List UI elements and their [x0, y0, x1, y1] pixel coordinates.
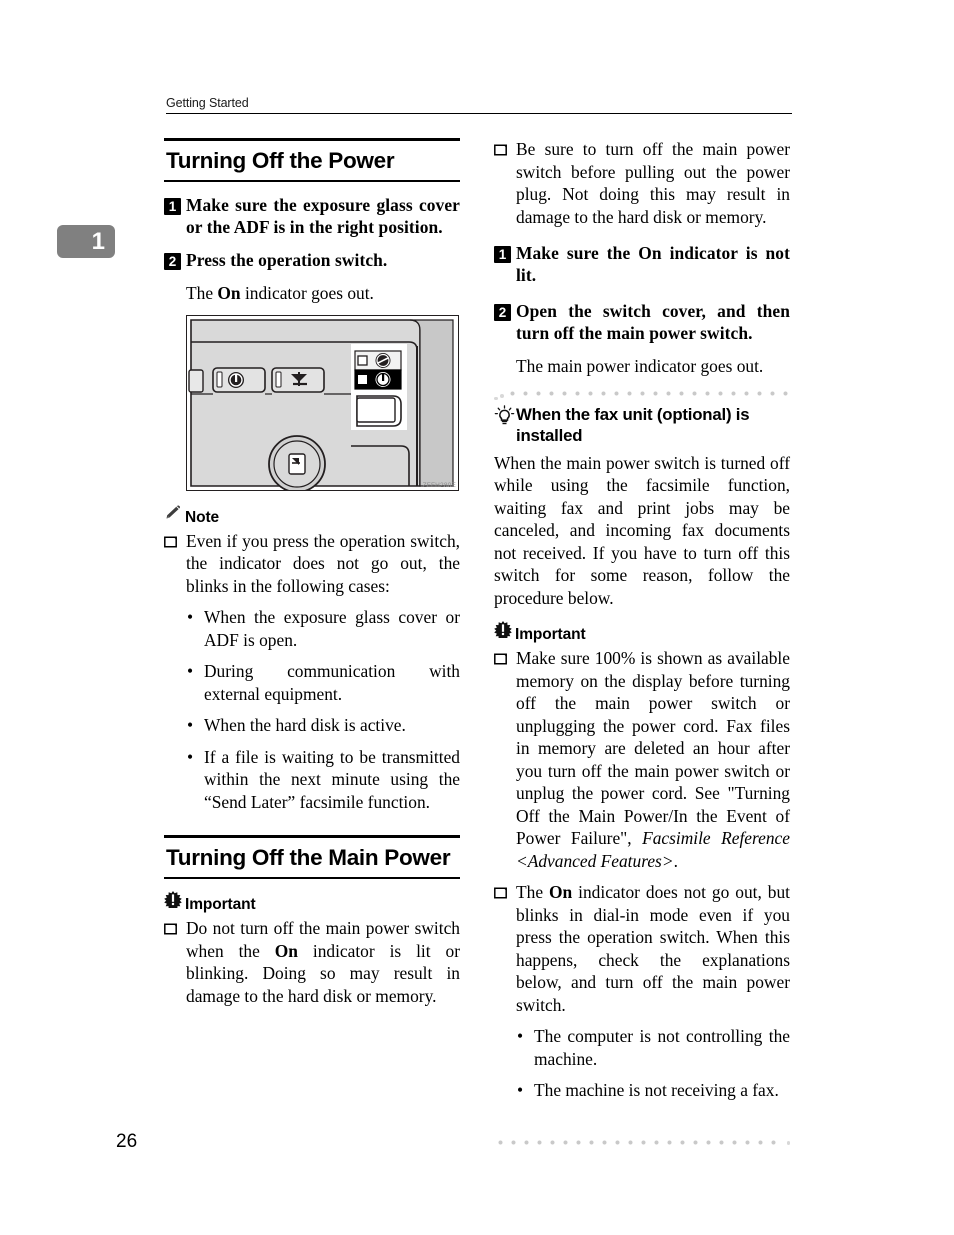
result-bold-term: On [217, 283, 241, 303]
checkbox-list-item: Do not turn off the main power switch wh… [164, 917, 460, 1007]
important-sub-bullet-list: • The computer is not controlling the ma… [516, 1025, 790, 1102]
checkbox-icon [164, 923, 177, 1007]
starburst-exclamation-icon [494, 621, 512, 643]
left-column: Turning Off the Power 1 Make sure the ex… [164, 138, 460, 1016]
step-result-text: The main power indicator goes out. [516, 356, 764, 376]
note-label: Note [185, 508, 220, 526]
heading-text: Turning Off the Main Power [166, 845, 451, 870]
chapter-tab: 1 [57, 225, 115, 258]
control-panel-illustration: ZFFH280E [186, 314, 459, 493]
right-column: Be sure to turn off the main power switc… [494, 138, 790, 1111]
separator-tail-dot [786, 1141, 790, 1145]
bullet-list-item: • During communication with external equ… [186, 660, 460, 705]
figure-id-label: ZFFH280E [422, 481, 456, 489]
important-heading: Important [164, 891, 460, 913]
separator-lead-dot [494, 396, 498, 400]
bullet-list-item: • When the hard disk is active. [186, 714, 460, 737]
step-text: Press the operation switch. [186, 250, 388, 270]
bullet-item-text: If a file is waiting to be transmitted w… [204, 746, 460, 812]
checkbox-list-item: Make sure 100% is shown as available mem… [494, 647, 790, 872]
running-header: Getting Started [166, 96, 792, 114]
chapter-number: 1 [91, 227, 105, 255]
bullet-list-item: • The machine is not receiving a fax. [516, 1079, 790, 1102]
heading-rule-bottom [164, 877, 460, 879]
document-page: Getting Started 1 Turning Off the Power … [0, 0, 954, 1235]
running-head-rule [166, 113, 792, 114]
checkbox-icon [494, 653, 507, 872]
checkbox-item-text: The On indicator does not go out, but bl… [516, 881, 790, 1016]
checkbox-icon [494, 144, 507, 228]
separator-lead-dot [500, 393, 504, 398]
step-result-text: The On indicator goes out. [186, 282, 460, 305]
bullet-item-text: The machine is not receiving a fax. [534, 1080, 779, 1100]
step-item: 1 Make sure the On indicator is not lit. [494, 242, 790, 286]
tip-heading: When the fax unit (optional) is installe… [494, 404, 790, 446]
step-text: Open the switch cover, and then turn off… [516, 301, 790, 343]
section-heading-turning-off-the-power: Turning Off the Power [164, 138, 460, 182]
checkbox-item-text: Even if you press the operation switch, … [186, 530, 460, 596]
lightbulb-icon [494, 404, 515, 431]
step-number-badge: 2 [164, 253, 181, 270]
bullet-dot-icon: • [186, 607, 194, 627]
important-text-part-b: . [673, 850, 678, 871]
page-number: 26 [116, 1131, 138, 1152]
result-suffix: indicator goes out. [240, 283, 374, 303]
heading-text: Turning Off the Power [166, 148, 395, 173]
checkbox-list-item: Even if you press the operation switch, … [164, 530, 460, 598]
step-item: 1 Make sure the exposure glass cover or … [164, 194, 460, 238]
note-heading: Note [164, 504, 460, 526]
step-item: 2 Press the operation switch. [164, 249, 460, 271]
dotted-separator-bottom [494, 1140, 790, 1146]
important-bold-term: On [274, 940, 298, 961]
checkbox-list-item: The On indicator does not go out, but bl… [494, 881, 790, 1016]
important-text-part-a: Make sure 100% is shown as available mem… [516, 648, 790, 848]
heading-rule-bottom [164, 180, 460, 182]
important-label: Important [515, 626, 586, 643]
important-bold-term: On [549, 882, 573, 902]
separator-dots [494, 1140, 780, 1145]
bullet-dot-icon: • [186, 715, 194, 735]
bullet-dot-icon: • [516, 1080, 524, 1100]
control-panel-drawing [187, 315, 458, 493]
bullet-list-item: • The computer is not controlling the ma… [516, 1025, 790, 1070]
step-number-badge: 1 [164, 198, 181, 215]
important-text-part-a: The [516, 882, 549, 902]
step-text: Make sure the On indicator is not lit. [516, 243, 790, 285]
bullet-list-item: • If a file is waiting to be transmitted… [186, 746, 460, 814]
checkbox-list-item: Be sure to turn off the main power switc… [494, 138, 790, 228]
separator-dots [506, 390, 790, 396]
bullet-dot-icon: • [186, 661, 194, 681]
step-number-badge: 2 [494, 304, 511, 321]
result-prefix: The [186, 283, 218, 303]
bullet-item-text: When the hard disk is active. [204, 715, 406, 735]
section-heading-turning-off-the-main-power: Turning Off the Main Power [164, 835, 460, 879]
important-label: Important [185, 896, 256, 913]
checkbox-item-text: Make sure 100% is shown as available mem… [516, 647, 790, 872]
starburst-exclamation-icon [164, 891, 182, 913]
running-head-text: Getting Started [166, 96, 249, 110]
tip-body-text: When the main power switch is turned off… [494, 452, 790, 608]
bullet-dot-icon: • [186, 746, 194, 767]
checkbox-item-text: Be sure to turn off the main power switc… [516, 139, 790, 227]
bullet-item-text: During communication with external equip… [204, 661, 460, 704]
checkbox-icon [164, 535, 177, 598]
note-sub-bullet-list: • When the exposure glass cover or ADF i… [186, 606, 460, 813]
important-heading: Important [494, 621, 790, 643]
bullet-item-text: The computer is not controlling the mach… [534, 1026, 790, 1069]
dotted-separator-top [494, 388, 790, 400]
tip-heading-text: When the fax unit (optional) is installe… [516, 404, 750, 445]
bullet-dot-icon: • [516, 1026, 524, 1046]
checkbox-item-text: Do not turn off the main power switch wh… [186, 917, 460, 1007]
pencil-icon [164, 504, 182, 526]
bullet-list-item: • When the exposure glass cover or ADF i… [186, 606, 460, 651]
bullet-item-text: When the exposure glass cover or ADF is … [204, 607, 460, 650]
step-text: Make sure the exposure glass cover or th… [186, 195, 460, 237]
step-item: 2 Open the switch cover, and then turn o… [494, 300, 790, 344]
checkbox-icon [494, 887, 507, 1016]
step-number-badge: 1 [494, 246, 511, 263]
